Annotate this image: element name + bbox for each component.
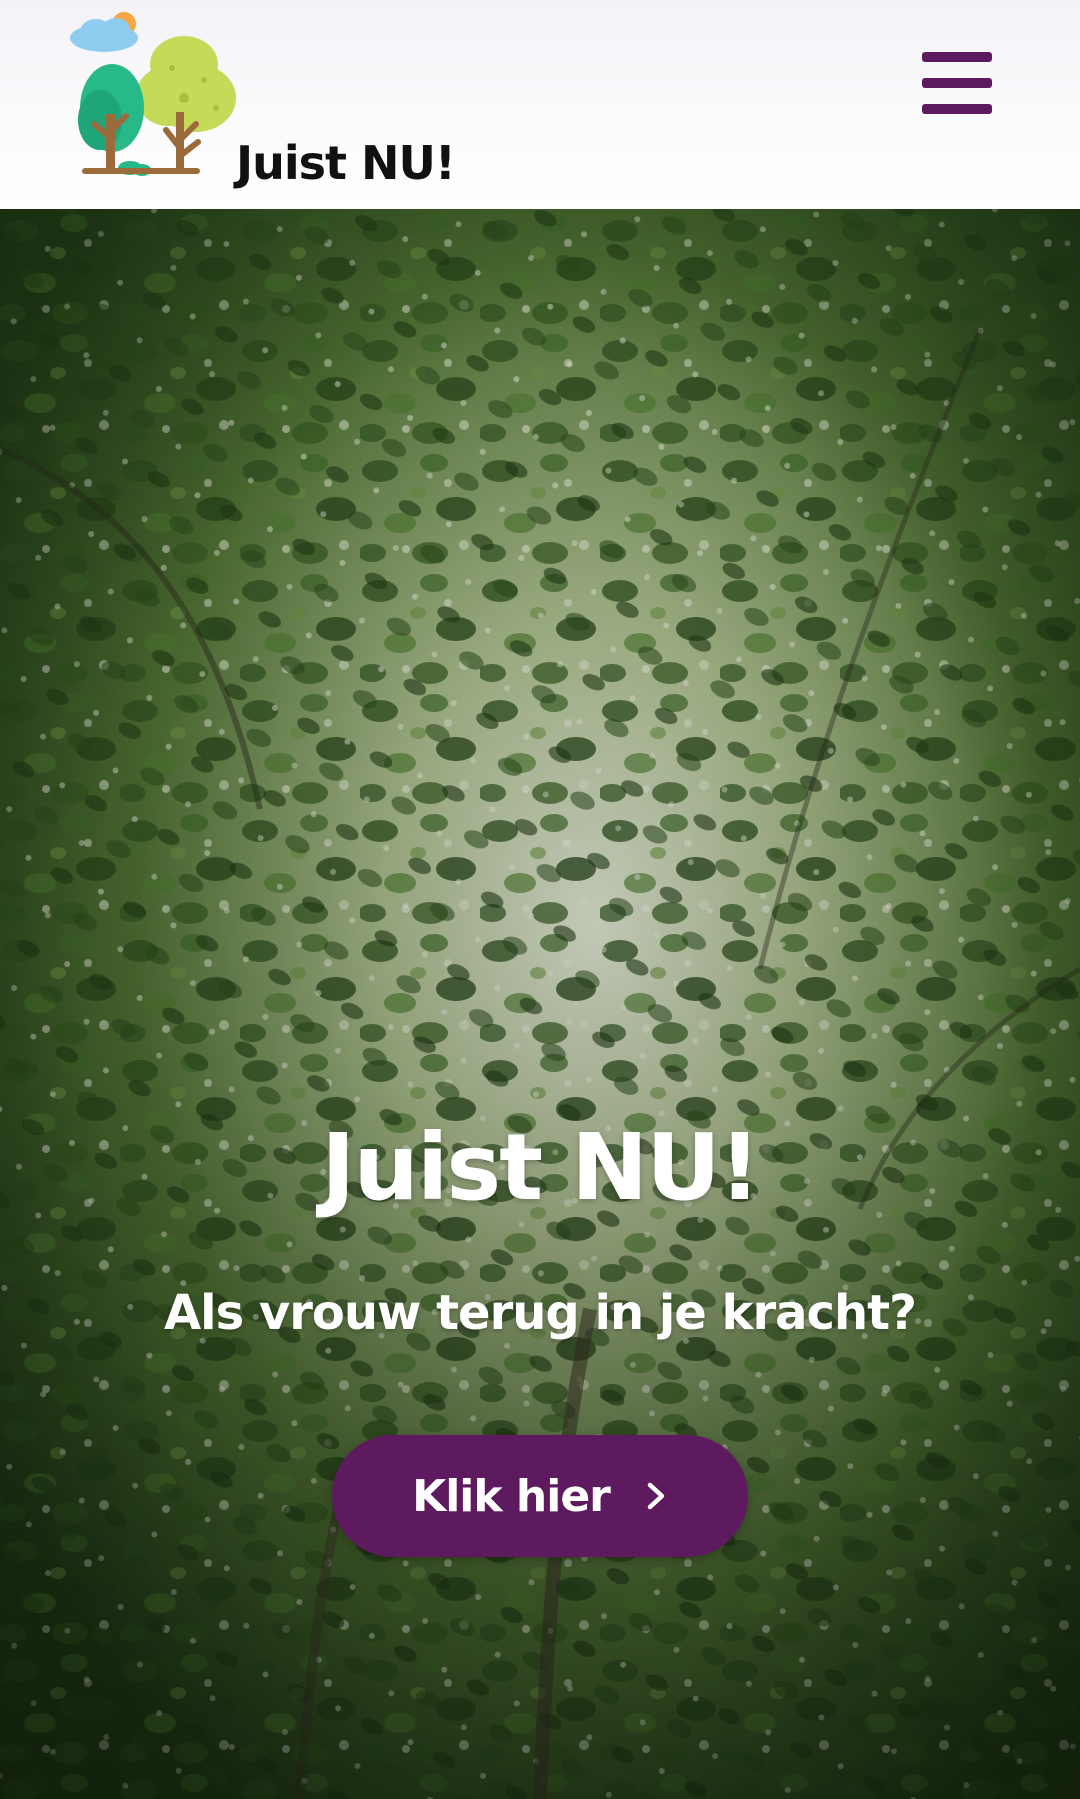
hero-subtitle: Als vrouw terug in je kracht? (164, 1285, 917, 1341)
menu-bar-bottom (922, 104, 992, 114)
hamburger-menu-icon[interactable] (918, 48, 996, 118)
trees-logo-icon[interactable] (68, 8, 238, 184)
hero-title: Juist NU! (321, 1114, 761, 1221)
site-brand-name[interactable]: Juist NU! (236, 136, 456, 190)
page: Juist NU! Juist NU! Als vrouw terug in j… (0, 0, 1080, 1799)
klik-hier-button[interactable]: Klik hier (332, 1435, 748, 1557)
menu-bar-top (922, 52, 992, 62)
menu-bar-middle (922, 78, 992, 88)
chevron-right-icon (647, 1482, 665, 1510)
hero-section: Juist NU! Als vrouw terug in je kracht? … (0, 209, 1080, 1799)
site-header: Juist NU! (0, 0, 1080, 209)
cta-label: Klik hier (412, 1470, 611, 1522)
forest-canopy-photo (0, 209, 1080, 1799)
